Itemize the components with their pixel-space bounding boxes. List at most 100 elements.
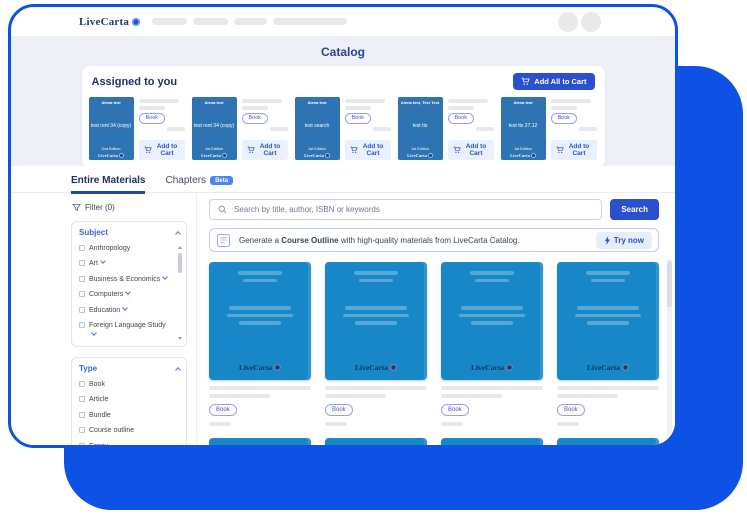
catalog-book-card[interactable]: [325, 438, 427, 448]
cover-line: [471, 321, 513, 325]
filter-option[interactable]: Essay: [79, 442, 180, 448]
filter-option-label: Anthropology: [89, 244, 130, 253]
checkbox[interactable]: [79, 322, 85, 328]
add-to-cart-button[interactable]: Add to Cart: [448, 140, 494, 160]
filter-option[interactable]: Article: [79, 395, 180, 404]
book-cover[interactable]: [325, 438, 427, 448]
book-title: test tts 27.12: [509, 123, 538, 129]
checkbox[interactable]: [79, 291, 85, 297]
subject-scrollbar[interactable]: [177, 246, 183, 340]
catalog-book-card[interactable]: LiveCarta Book: [325, 262, 427, 426]
catalog-book-card[interactable]: [557, 438, 659, 448]
avatar-placeholder[interactable]: [558, 12, 578, 32]
search-field[interactable]: [209, 199, 602, 220]
type-options: Book Article Bundle Course outline Essay…: [79, 380, 180, 448]
catalog-book-card[interactable]: LiveCarta Book: [441, 262, 543, 426]
book-author: Alena test: [204, 100, 223, 105]
chevron-down-icon[interactable]: [100, 259, 106, 265]
checkbox[interactable]: [79, 443, 85, 448]
filter-option[interactable]: Computers: [79, 290, 172, 299]
mini-book-cover[interactable]: Alena test, Test Test test tts 1st Editi…: [398, 97, 443, 160]
subject-section-header[interactable]: Subject: [79, 228, 180, 237]
page-title: Catalog: [11, 45, 675, 59]
filter-option[interactable]: Business & Economics: [79, 275, 172, 284]
filter-option-label: Book: [89, 380, 105, 389]
scrollbar-thumb[interactable]: [178, 253, 182, 273]
book-cover[interactable]: LiveCarta: [325, 262, 427, 380]
book-cover[interactable]: LiveCarta: [557, 262, 659, 380]
checkbox[interactable]: [79, 260, 85, 266]
chevron-down-icon[interactable]: [125, 289, 131, 295]
tab-chapters[interactable]: Chapters Beta: [165, 175, 233, 192]
filter-option[interactable]: Bundle: [79, 411, 180, 420]
main-scrollbar[interactable]: [667, 259, 672, 435]
filter-option[interactable]: Art: [79, 259, 172, 268]
assigned-book-item[interactable]: Alena test test rent 34 (copy) 2nd Editi…: [89, 97, 185, 160]
book-cover[interactable]: [441, 438, 543, 448]
assigned-book-item[interactable]: Alena test, Test Test test tts 1st Editi…: [398, 97, 494, 160]
book-cover[interactable]: [557, 438, 659, 448]
search-button[interactable]: Search: [610, 199, 659, 220]
checkbox[interactable]: [79, 245, 85, 251]
livecarta-mark-icon: [119, 153, 124, 158]
checkbox[interactable]: [79, 396, 85, 402]
catalog-book-card[interactable]: [441, 438, 543, 448]
livecarta-logo[interactable]: LiveCarta: [79, 16, 140, 28]
filter-option[interactable]: Anthropology: [79, 244, 172, 253]
assigned-book-item[interactable]: Alena test test search 1st Edition LiveC…: [295, 97, 391, 160]
tab-entire-materials[interactable]: Entire Materials: [71, 175, 145, 194]
cover-line: [575, 314, 641, 318]
mini-book-cover[interactable]: Alena test test rent 34 (copy) 1st Editi…: [192, 97, 237, 160]
mini-book-cover[interactable]: Alena test test rent 34 (copy) 2nd Editi…: [89, 97, 134, 160]
scroll-down-arrow[interactable]: [178, 337, 182, 340]
book-cover[interactable]: LiveCarta: [209, 262, 311, 380]
chevron-down-icon[interactable]: [122, 305, 128, 311]
checkbox[interactable]: [79, 307, 85, 313]
chevron-down-icon[interactable]: [91, 330, 97, 336]
add-to-cart-button[interactable]: Add to Cart: [551, 140, 597, 160]
nav-item-placeholder[interactable]: [273, 18, 347, 25]
book-cover[interactable]: [209, 438, 311, 448]
add-all-to-cart-button[interactable]: Add All to Cart: [513, 73, 594, 90]
livecarta-cover-logo: LiveCarta: [304, 153, 330, 158]
chevron-down-icon[interactable]: [162, 274, 168, 280]
assigned-book-item[interactable]: Alena test test rent 34 (copy) 1st Editi…: [192, 97, 288, 160]
filter-section-subject: Subject Anthropology Art Business & Econ…: [71, 221, 187, 347]
nav-item-placeholder[interactable]: [193, 18, 228, 25]
filter-option[interactable]: Education: [79, 306, 172, 315]
type-section-header[interactable]: Type: [79, 364, 180, 373]
checkbox[interactable]: [79, 276, 85, 282]
assigned-book-item[interactable]: Alena test test tts 27.12 1st Edition Li…: [501, 97, 597, 160]
avatar-placeholder[interactable]: [581, 12, 601, 32]
checkbox[interactable]: [79, 427, 85, 433]
livecarta-mark-icon: [506, 364, 513, 371]
catalog-book-card[interactable]: LiveCarta Book: [557, 262, 659, 426]
scrollbar-thumb[interactable]: [667, 261, 672, 307]
catalog-book-card[interactable]: [209, 438, 311, 448]
try-now-button[interactable]: Try now: [596, 232, 652, 249]
mini-book-cover[interactable]: Alena test test tts 27.12 1st Edition Li…: [501, 97, 546, 160]
scroll-up-arrow[interactable]: [178, 246, 182, 249]
mini-book-cover[interactable]: Alena test test search 1st Edition LiveC…: [295, 97, 340, 160]
assigned-items: Alena test test rent 34 (copy) 2nd Editi…: [89, 97, 598, 160]
type-badge: Book: [139, 113, 166, 124]
catalog-book-card[interactable]: LiveCarta Book: [209, 262, 311, 426]
assigned-title: Assigned to you: [92, 76, 178, 88]
search-input[interactable]: [232, 204, 593, 215]
cart-icon: [247, 146, 255, 154]
add-to-cart-button[interactable]: Add to Cart: [345, 140, 391, 160]
nav-item-placeholder[interactable]: [234, 18, 267, 25]
nav-item-placeholder[interactable]: [152, 18, 187, 25]
add-to-cart-button[interactable]: Add to Cart: [242, 140, 288, 160]
checkbox[interactable]: [79, 412, 85, 418]
type-badge: Book: [441, 404, 469, 416]
filter-option[interactable]: Course outline: [79, 426, 180, 435]
add-to-cart-button[interactable]: Add to Cart: [139, 140, 185, 160]
book-cover[interactable]: LiveCarta: [441, 262, 543, 380]
book-title: test tts: [413, 123, 428, 129]
filter-option[interactable]: Foreign Language Study: [79, 321, 172, 340]
livecarta-cover-logo: LiveCarta: [355, 363, 397, 372]
filter-header[interactable]: Filter (0): [72, 203, 187, 212]
checkbox[interactable]: [79, 381, 85, 387]
filter-option[interactable]: Book: [79, 380, 180, 389]
